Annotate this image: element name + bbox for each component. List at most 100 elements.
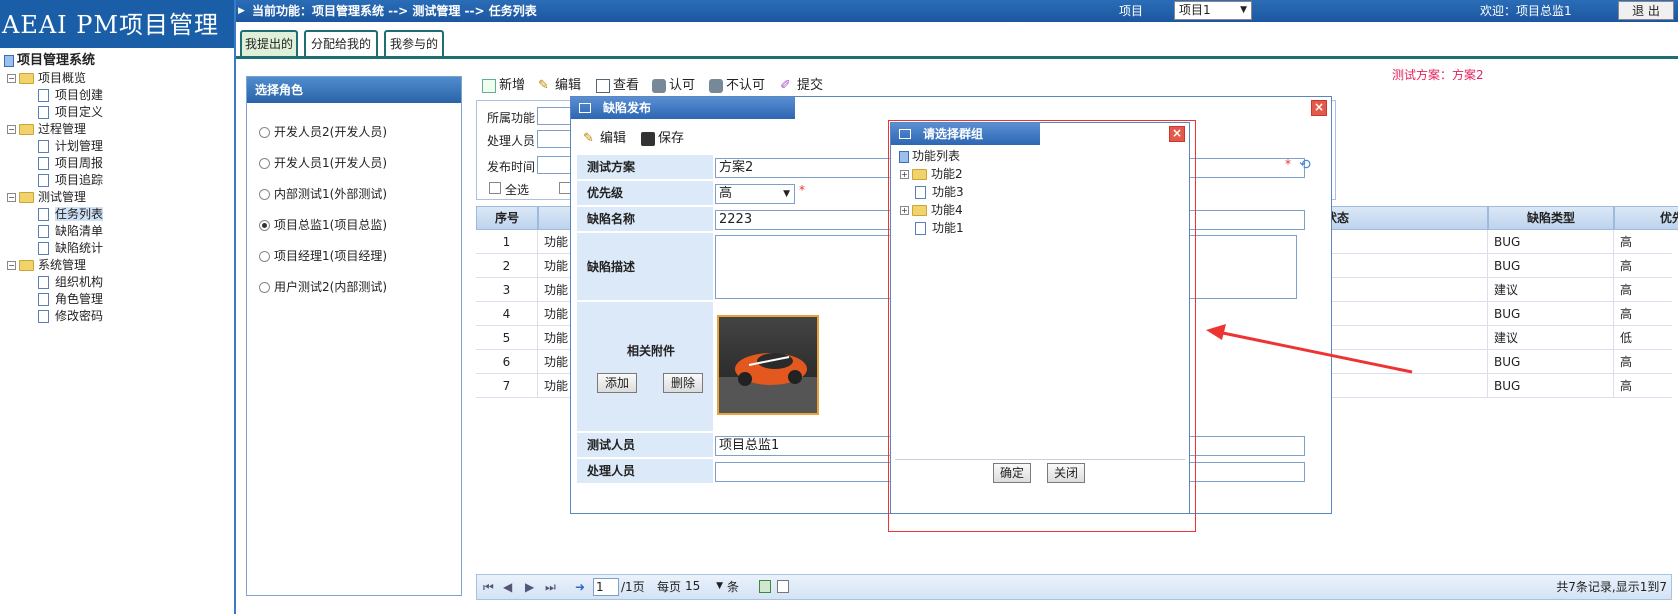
- role-option[interactable]: 开发人员1(开发人员): [259, 154, 387, 171]
- edit-button[interactable]: ✎ 编辑: [538, 74, 581, 93]
- filter-handler-label: 处理人员: [487, 134, 536, 148]
- tree-item-project-define[interactable]: 项目定义: [38, 103, 103, 121]
- logout-button[interactable]: 退 出: [1618, 1, 1674, 20]
- cell-priority: 高: [1614, 374, 1678, 398]
- prev-page-icon[interactable]: ◀: [503, 575, 512, 599]
- dialog-edit-button[interactable]: ✎ 编辑: [583, 127, 626, 146]
- project-select[interactable]: 项目1 ▼: [1174, 1, 1252, 20]
- next-page-icon[interactable]: ▶: [525, 575, 534, 599]
- export-excel-icon[interactable]: [759, 580, 771, 593]
- collapse-icon[interactable]: −: [7, 74, 16, 83]
- document-icon: [38, 310, 49, 323]
- tree-item-track[interactable]: 项目追踪: [38, 171, 103, 189]
- cell-no: 3: [476, 278, 538, 302]
- attachment-thumbnail[interactable]: [717, 315, 819, 415]
- welcome-text: 欢迎：项目总监1: [1480, 4, 1572, 18]
- role-option-selected[interactable]: 项目总监1(项目总监): [259, 216, 387, 233]
- goto-arrow-icon[interactable]: ➜: [575, 575, 585, 599]
- new-file-icon: [482, 78, 496, 93]
- add-attachment-button[interactable]: 添加: [597, 373, 637, 393]
- col-header-no: 序号: [476, 206, 538, 230]
- collapse-icon[interactable]: −: [7, 125, 16, 134]
- chevron-down-icon: ▼: [1240, 5, 1247, 15]
- priority-select[interactable]: 高 ▼: [715, 184, 795, 204]
- tree-group-system[interactable]: − 系统管理: [7, 256, 86, 274]
- cell-no: 6: [476, 350, 538, 374]
- cell-no: 2: [476, 254, 538, 278]
- tree-item-project-create[interactable]: 项目创建: [38, 86, 103, 104]
- cell-type: BUG: [1488, 230, 1614, 254]
- cell-no: 1: [476, 230, 538, 254]
- tester-label: 测试人员: [577, 433, 713, 458]
- radio-icon[interactable]: [259, 189, 270, 200]
- tab-involved[interactable]: 我参与的: [384, 30, 444, 56]
- cell-type: 建议: [1488, 278, 1614, 302]
- reject-icon: [709, 78, 723, 93]
- radio-icon[interactable]: [259, 127, 270, 138]
- document-icon: [38, 276, 49, 289]
- last-page-icon[interactable]: ⏭: [545, 575, 556, 599]
- defect-dialog-title: 缺陷发布: [571, 97, 795, 119]
- delete-attachment-button[interactable]: 删除: [663, 373, 703, 393]
- cell-no: 4: [476, 302, 538, 326]
- tree-item-defect-list[interactable]: 缺陷清单: [38, 222, 103, 240]
- tree-root[interactable]: 项目管理系统: [4, 52, 95, 70]
- role-option[interactable]: 项目经理1(项目经理): [259, 247, 387, 264]
- tree-item-role[interactable]: 角色管理: [38, 290, 103, 308]
- approve-button[interactable]: 认可: [652, 74, 695, 93]
- submit-button[interactable]: ✐ 提交: [780, 74, 823, 93]
- tree-item-weekly[interactable]: 项目周报: [38, 154, 103, 172]
- per-page-select[interactable]: 15 ▼: [683, 578, 725, 596]
- tree-group-overview[interactable]: − 项目概览: [7, 69, 86, 87]
- attachment-panel: 相关附件: [577, 302, 713, 432]
- pencil-icon: ✎: [583, 130, 594, 146]
- cell-no: 7: [476, 374, 538, 398]
- role-option[interactable]: 用户测试2(内部测试): [259, 278, 387, 295]
- radio-icon[interactable]: [259, 158, 270, 169]
- list-icon: [596, 78, 610, 93]
- chevron-down-icon: ▼: [716, 581, 723, 591]
- tree-item-defect-stats[interactable]: 缺陷统计: [38, 239, 103, 257]
- approve-icon: [652, 78, 666, 93]
- collapse-icon[interactable]: −: [7, 261, 16, 270]
- export-doc-icon[interactable]: [777, 580, 789, 593]
- attachment-label: 相关附件: [627, 344, 676, 358]
- dialog-save-button[interactable]: 保存: [641, 127, 684, 146]
- col-header-priority: 优先级: [1614, 206, 1678, 230]
- select-icon[interactable]: ⟲: [1299, 157, 1311, 173]
- required-mark: *: [799, 183, 805, 197]
- tree-item-org[interactable]: 组织机构: [38, 273, 103, 291]
- radio-icon[interactable]: [259, 282, 270, 293]
- role-option[interactable]: 开发人员2(开发人员): [259, 123, 387, 140]
- tab-underline: [236, 56, 1678, 59]
- select-all-checkbox[interactable]: [489, 182, 501, 194]
- tree-item-task-list[interactable]: 任务列表: [38, 205, 104, 223]
- role-option[interactable]: 内部测试1(外部测试): [259, 185, 387, 202]
- role-panel: 选择角色 开发人员2(开发人员) 开发人员1(开发人员) 内部测试1(外部测试)…: [246, 76, 462, 596]
- collapse-icon[interactable]: −: [7, 193, 16, 202]
- tree-group-process[interactable]: − 过程管理: [7, 120, 86, 138]
- collapse-arrow-icon[interactable]: ▶: [238, 0, 245, 22]
- folder-icon: [19, 73, 34, 84]
- document-icon: [38, 242, 49, 255]
- tab-assigned[interactable]: 分配给我的: [304, 30, 378, 56]
- col-header-type: 缺陷类型: [1488, 206, 1614, 230]
- document-icon: [38, 157, 49, 170]
- cell-type: BUG: [1488, 350, 1614, 374]
- scheme-label: 测试方案: [577, 155, 713, 180]
- tree-group-test[interactable]: − 测试管理: [7, 188, 86, 206]
- project-label: 项目: [1119, 4, 1144, 18]
- reject-button[interactable]: 不认可: [709, 74, 765, 93]
- radio-checked-icon[interactable]: [259, 220, 270, 231]
- page-input[interactable]: 1: [593, 578, 619, 596]
- close-icon[interactable]: ×: [1311, 100, 1327, 116]
- tree-item-password[interactable]: 修改密码: [38, 307, 103, 325]
- radio-icon[interactable]: [259, 251, 270, 262]
- breadcrumb: 当前功能：项目管理系统 --> 测试管理 --> 任务列表: [252, 4, 537, 18]
- view-button[interactable]: 查看: [596, 74, 639, 93]
- role-panel-title: 选择角色: [247, 77, 461, 103]
- new-button[interactable]: 新增: [482, 74, 525, 93]
- tab-mine[interactable]: 我提出的: [240, 30, 298, 56]
- tree-item-plan[interactable]: 计划管理: [38, 137, 103, 155]
- first-page-icon[interactable]: ⏮: [483, 575, 494, 599]
